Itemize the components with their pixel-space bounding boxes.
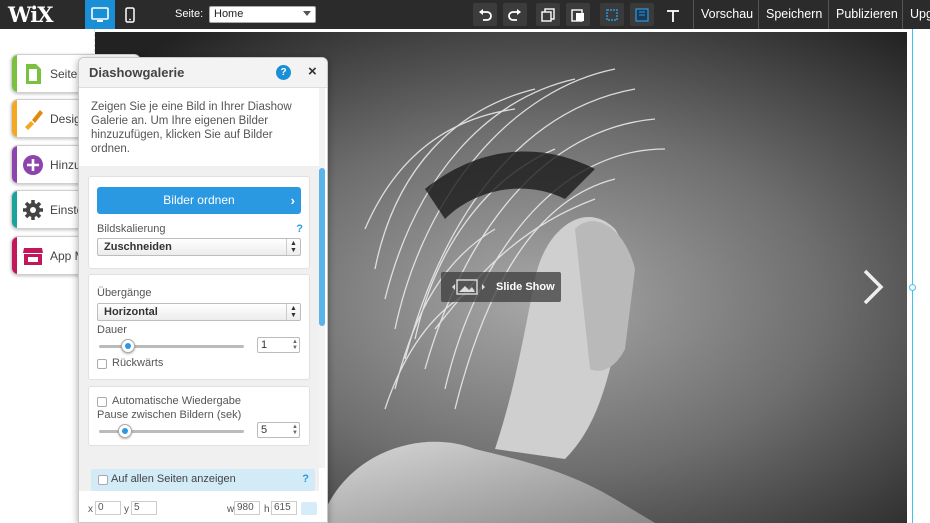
paste-icon xyxy=(571,8,584,22)
show-on-all-pages-row[interactable]: Auf allen Seiten anzeigen ? xyxy=(91,469,315,491)
snap-icon xyxy=(606,8,618,21)
snap-to-object-button[interactable] xyxy=(600,3,624,26)
panel-title: Diashowgalerie xyxy=(89,65,185,80)
ruler-icon xyxy=(667,9,679,22)
gear-icon xyxy=(21,198,45,222)
autoplay-group: Automatische Wiedergabe Pause zwischen B… xyxy=(88,386,310,446)
image-scaling-label: Bildskalierung xyxy=(97,223,166,235)
duration-slider-handle[interactable] xyxy=(121,339,135,353)
transitions-group: Übergänge Horizontal ▲ ▼ Dauer 1 ▲ ▼ Rückw… xyxy=(88,274,310,380)
resize-handle[interactable] xyxy=(909,284,916,291)
undo-button[interactable] xyxy=(473,3,497,26)
duration-label: Dauer xyxy=(97,324,127,336)
undo-icon xyxy=(479,8,492,21)
publish-link[interactable]: Publizieren xyxy=(828,0,905,29)
height-input[interactable]: 615 xyxy=(271,501,297,515)
slideshow-icon xyxy=(452,279,485,295)
pause-input[interactable]: 5 ▲ ▼ xyxy=(257,422,300,438)
show-on-all-pages-help-icon[interactable]: ? xyxy=(302,473,309,485)
y-input[interactable]: 5 xyxy=(131,501,157,515)
chevron-down-icon xyxy=(303,11,311,16)
next-slide-arrow[interactable] xyxy=(860,268,886,309)
store-icon xyxy=(21,244,45,268)
mobile-view-button[interactable] xyxy=(117,0,143,29)
copy-icon xyxy=(541,7,555,22)
brush-icon xyxy=(21,107,45,131)
ruler-button[interactable] xyxy=(661,3,685,26)
image-scaling-help-icon[interactable]: ? xyxy=(296,223,303,235)
slideshow-tag-label: Slide Show xyxy=(496,281,555,293)
desktop-view-button[interactable] xyxy=(85,0,115,29)
page-select[interactable]: Home xyxy=(209,6,316,23)
save-link[interactable]: Speichern xyxy=(758,0,829,29)
panel-description: Zeigen Sie je eine Bild in Ihrer Diashow… xyxy=(91,101,292,155)
autoplay-checkbox[interactable] xyxy=(97,397,107,407)
image-scaling-value: Zuschneiden xyxy=(104,241,172,253)
upgrade-link[interactable]: Upg xyxy=(902,0,930,29)
pause-slider-handle[interactable] xyxy=(118,424,133,438)
select-spinner-icon: ▲ ▼ xyxy=(286,239,300,255)
paste-button[interactable] xyxy=(566,3,590,26)
reverse-checkbox[interactable] xyxy=(97,359,107,369)
chevron-right-icon xyxy=(863,269,884,305)
lock-ratio-icon[interactable] xyxy=(301,502,317,515)
slideshow-tag[interactable]: Slide Show xyxy=(441,272,561,302)
top-toolbar: WiX Seite: Home Vorschau Speichern Publi… xyxy=(0,0,930,29)
show-on-all-pages-label: Auf allen Seiten anzeigen xyxy=(111,473,236,485)
select-spinner-icon: ▲ ▼ xyxy=(286,304,300,320)
canvas-top-edge xyxy=(95,29,907,32)
show-on-all-pages-checkbox[interactable] xyxy=(98,475,108,485)
transitions-value: Horizontal xyxy=(104,306,158,318)
organize-images-label: Bilder ordnen xyxy=(163,193,235,207)
reverse-label: Rückwärts xyxy=(112,357,164,369)
spinner-icon[interactable]: ▲ ▼ xyxy=(292,339,298,351)
transitions-select[interactable]: Horizontal ▲ ▼ xyxy=(97,303,301,321)
redo-button[interactable] xyxy=(503,3,527,26)
transitions-label: Übergänge xyxy=(97,287,152,299)
chevron-right-icon: › xyxy=(290,193,295,208)
position-size-footer: x 0 y 5 w 980 h 615 xyxy=(79,498,327,522)
preview-link[interactable]: Vorschau xyxy=(693,0,760,29)
panel-scrollbar-thumb[interactable] xyxy=(319,168,325,326)
help-icon[interactable]: ? xyxy=(276,65,291,80)
panel-header[interactable]: Diashowgalerie ? × xyxy=(79,58,327,88)
desktop-icon xyxy=(91,6,109,22)
organize-images-button[interactable]: Bilder ordnen › xyxy=(97,187,301,214)
images-group: Bilder ordnen › Bildskalierung ? Zuschne… xyxy=(88,176,310,269)
mobile-icon xyxy=(125,6,135,23)
pause-slider[interactable] xyxy=(99,424,244,438)
y-label: y xyxy=(124,504,129,515)
page-select-value: Home xyxy=(214,8,244,20)
copy-button[interactable] xyxy=(536,3,560,26)
x-label: x xyxy=(88,504,93,515)
pause-label: Pause zwischen Bildern (sek) xyxy=(97,409,242,421)
slideshow-settings-panel: Diashowgalerie ? × Zeigen Sie je eine Bi… xyxy=(78,57,328,523)
h-label: h xyxy=(264,504,270,515)
pause-value: 5 xyxy=(261,424,268,436)
redo-icon xyxy=(508,8,521,21)
x-input[interactable]: 0 xyxy=(95,501,121,515)
duration-input[interactable]: 1 ▲ ▼ xyxy=(257,337,300,353)
canvas-right-guide xyxy=(912,29,913,523)
wix-logo: WiX xyxy=(8,2,53,27)
autoplay-label: Automatische Wiedergabe xyxy=(112,395,242,407)
duration-value: 1 xyxy=(261,339,268,351)
panel-body: Bilder ordnen › Bildskalierung ? Zuschne… xyxy=(79,166,319,491)
spinner-icon[interactable]: ▲ ▼ xyxy=(292,424,298,436)
close-icon[interactable]: × xyxy=(308,63,317,80)
grid-icon xyxy=(635,7,649,22)
grid-lines-button[interactable] xyxy=(630,3,654,26)
page-icon xyxy=(21,62,45,86)
width-input[interactable]: 980 xyxy=(234,501,260,515)
image-scaling-select[interactable]: Zuschneiden ▲ ▼ xyxy=(97,238,301,256)
page-label: Seite: xyxy=(175,8,204,20)
plus-circle-icon xyxy=(21,153,45,177)
duration-slider[interactable] xyxy=(99,339,244,353)
